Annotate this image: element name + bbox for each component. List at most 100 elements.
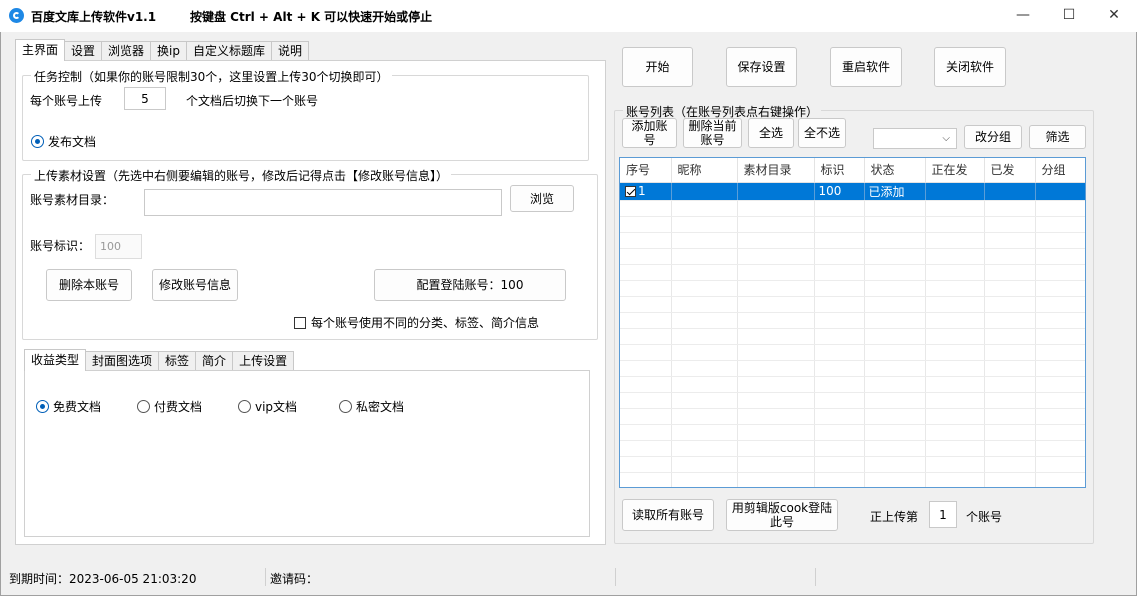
close-button[interactable]: ✕: [1091, 0, 1137, 30]
income-private-radio[interactable]: 私密文档: [339, 398, 404, 415]
table-row-empty: [620, 200, 1085, 217]
task-control-group: 任务控制（如果你的账号限制30个，这里设置上传30个切换即可）: [22, 68, 589, 161]
hotkey-hint: 按键盘 Ctrl + Alt + K 可以快速开始或停止: [190, 10, 433, 24]
select-none-button[interactable]: 全不选: [798, 118, 846, 148]
table-row-empty: [620, 216, 1085, 233]
status-bar: 到期时间：2023-06-05 21:03:20 邀请码：: [0, 562, 1137, 596]
row-no-cell[interactable]: 1: [620, 182, 672, 201]
col-group[interactable]: 分组: [1035, 158, 1085, 183]
config-login-button[interactable]: 配置登陆账号：100: [374, 269, 566, 301]
account-id-input[interactable]: 100: [95, 234, 142, 259]
col-no[interactable]: 序号: [620, 158, 672, 183]
table-row-empty: [620, 424, 1085, 441]
table-row-empty: [620, 248, 1085, 265]
filter-button[interactable]: 筛选: [1029, 125, 1086, 149]
browse-button[interactable]: 浏览: [510, 185, 574, 212]
publish-doc-radio[interactable]: 发布文档: [31, 133, 96, 150]
table-row-empty: [620, 344, 1085, 361]
income-paid-radio[interactable]: 付费文档: [137, 398, 202, 415]
add-account-button[interactable]: 添加账号: [622, 118, 677, 148]
modify-account-button[interactable]: 修改账号信息: [152, 269, 238, 301]
maximize-button[interactable]: ☐: [1046, 0, 1092, 30]
main-tab-strip: 主界面 设置 浏览器 换ip 自定义标题库 说明: [15, 39, 310, 61]
col-id[interactable]: 标识: [814, 158, 865, 183]
tab-change-ip[interactable]: 换ip: [150, 41, 187, 61]
income-free-label: 免费文档: [53, 400, 102, 414]
account-table[interactable]: 序号 昵称 素材目录 标识 状态 正在发 已发 分组 1 100 已添加: [619, 157, 1086, 488]
task-control-title: 任务控制（如果你的账号限制30个，这里设置上传30个切换即可）: [31, 68, 392, 85]
start-button[interactable]: 开始: [622, 47, 693, 87]
sub-tab-panel: [24, 370, 590, 537]
read-all-accounts-button[interactable]: 读取所有账号: [622, 499, 714, 531]
tab-intro[interactable]: 简介: [195, 351, 234, 371]
tab-settings[interactable]: 设置: [64, 41, 103, 61]
income-free-radio[interactable]: 免费文档: [36, 398, 101, 415]
income-vip-label: vip文档: [255, 400, 298, 414]
minimize-button[interactable]: —: [1000, 0, 1046, 30]
row-group: [1035, 182, 1085, 201]
upload-material-title: 上传素材设置（先选中右侧要编辑的账号，修改后记得点击【修改账号信息】）: [31, 167, 452, 184]
income-vip-radio[interactable]: vip文档: [238, 398, 297, 415]
radio-dot-icon: [36, 400, 49, 413]
table-row-empty: [620, 360, 1085, 377]
radio-dot-icon: [31, 135, 44, 148]
table-row-empty: [620, 312, 1085, 329]
delete-account-button[interactable]: 删除本账号: [46, 269, 132, 301]
table-row-empty: [620, 440, 1085, 457]
delete-current-account-button[interactable]: 删除当前账号: [683, 118, 742, 148]
table-header: 序号 昵称 素材目录 标识 状态 正在发 已发 分组: [620, 158, 1085, 183]
col-nick[interactable]: 昵称: [671, 158, 738, 183]
row-nick: [671, 182, 738, 201]
tab-browser[interactable]: 浏览器: [101, 41, 152, 61]
save-settings-button[interactable]: 保存设置: [726, 47, 797, 87]
tab-main[interactable]: 主界面: [15, 39, 66, 61]
tab-cover-options[interactable]: 封面图选项: [85, 351, 160, 371]
col-sending[interactable]: 正在发: [925, 158, 985, 183]
uploading-prefix: 正上传第: [870, 510, 919, 524]
row-status: 已添加: [864, 182, 926, 201]
table-row-empty: [620, 456, 1085, 473]
window-title: 百度文库上传软件v1.1: [31, 10, 157, 24]
table-row-empty: [620, 408, 1085, 425]
tab-title-library[interactable]: 自定义标题库: [186, 41, 273, 61]
per-account-input[interactable]: 5: [124, 87, 166, 110]
tab-tags[interactable]: 标签: [158, 351, 197, 371]
status-divider: [265, 568, 266, 586]
radio-dot-icon: [137, 400, 150, 413]
tab-help[interactable]: 说明: [271, 41, 310, 61]
group-combo[interactable]: ⌵: [873, 128, 957, 149]
diff-info-checkbox[interactable]: 每个账号使用不同的分类、标签、简介信息: [294, 314, 539, 331]
uploading-index-input[interactable]: 1: [929, 501, 957, 528]
checkbox-checked-icon[interactable]: [625, 186, 636, 197]
table-row-empty: [620, 280, 1085, 297]
cook-login-button[interactable]: 用剪辑版cook登陆此号: [726, 499, 838, 531]
table-row-empty: [620, 472, 1085, 487]
switch-account-label: 个文档后切换下一个账号: [186, 94, 319, 108]
tab-income-type[interactable]: 收益类型: [24, 349, 87, 371]
select-all-button[interactable]: 全选: [748, 118, 794, 148]
col-dir[interactable]: 素材目录: [737, 158, 815, 183]
diff-info-label: 每个账号使用不同的分类、标签、简介信息: [311, 316, 540, 330]
uploading-suffix: 个账号: [966, 510, 1003, 524]
table-row[interactable]: 1 100 已添加: [620, 182, 1085, 201]
sub-tab-strip: 收益类型 封面图选项 标签 简介 上传设置: [24, 349, 295, 371]
status-divider: [615, 568, 616, 586]
income-paid-label: 付费文档: [154, 400, 203, 414]
tab-upload-settings[interactable]: 上传设置: [232, 351, 295, 371]
invite-code: 邀请码：: [270, 572, 319, 586]
restart-button[interactable]: 重启软件: [830, 47, 902, 87]
col-status[interactable]: 状态: [864, 158, 926, 183]
radio-dot-icon: [339, 400, 352, 413]
row-sent: [984, 182, 1036, 201]
col-sent[interactable]: 已发: [984, 158, 1036, 183]
material-dir-label: 账号素材目录：: [30, 193, 115, 207]
publish-doc-label: 发布文档: [48, 135, 97, 149]
close-software-button[interactable]: 关闭软件: [934, 47, 1006, 87]
table-row-empty: [620, 264, 1085, 281]
material-dir-input[interactable]: [144, 189, 502, 216]
change-group-button[interactable]: 改分组: [964, 125, 1022, 149]
table-row-empty: [620, 328, 1085, 345]
row-sending: [925, 182, 985, 201]
table-row-empty: [620, 232, 1085, 249]
status-divider: [815, 568, 816, 586]
